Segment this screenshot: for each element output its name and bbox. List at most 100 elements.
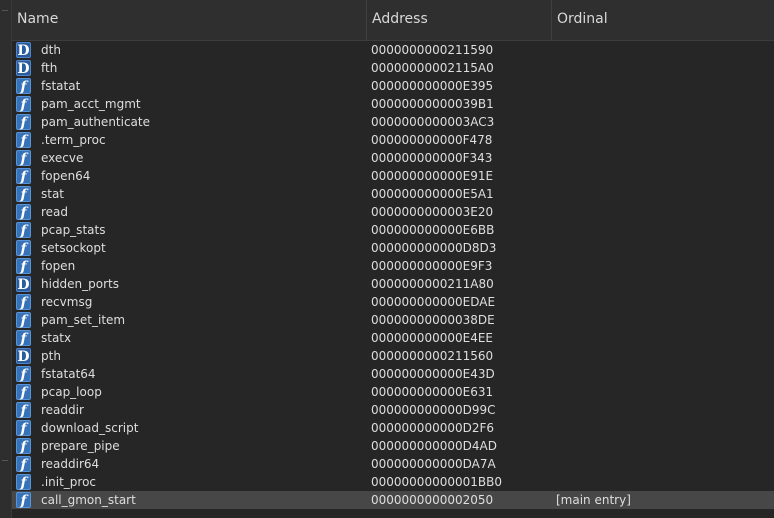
function-icon: f bbox=[16, 150, 31, 167]
row-address: 00000000000039B1 bbox=[371, 97, 494, 111]
table-body: Ddth 0000000000211590 Dfth 00000000002115A0… bbox=[12, 41, 774, 509]
row-name: hidden_ports bbox=[41, 277, 120, 291]
row-name: dth bbox=[41, 43, 61, 57]
table-row[interactable]: f pcap_loop 000000000000E631 bbox=[12, 383, 774, 401]
function-icon: f bbox=[16, 204, 31, 221]
data-icon: D bbox=[16, 348, 31, 365]
function-icon: f bbox=[16, 258, 31, 275]
row-address: 00000000000038DE bbox=[371, 313, 495, 327]
function-icon: f bbox=[16, 330, 31, 347]
row-address: 000000000000E4EE bbox=[371, 331, 493, 345]
panel-edge-mark bbox=[2, 460, 8, 461]
row-name: fth bbox=[41, 61, 58, 75]
function-icon: f bbox=[16, 366, 31, 383]
table-row[interactable]: f download_script 000000000000D2F6 bbox=[12, 419, 774, 437]
table-row[interactable]: f fopen 000000000000E9F3 bbox=[12, 257, 774, 275]
row-name: download_script bbox=[41, 421, 139, 435]
row-address: 000000000000F343 bbox=[371, 151, 493, 165]
function-icon: f bbox=[16, 294, 31, 311]
function-icon: f bbox=[16, 78, 31, 95]
table-row[interactable]: Ddth 0000000000211590 bbox=[12, 41, 774, 59]
table-row[interactable]: f pam_authenticate 0000000000003AC3 bbox=[12, 113, 774, 131]
table-row[interactable]: f .term_proc 000000000000F478 bbox=[12, 131, 774, 149]
function-icon: f bbox=[16, 114, 31, 131]
row-address: 000000000000F478 bbox=[371, 133, 493, 147]
row-name: fstatat64 bbox=[41, 367, 96, 381]
row-name: statx bbox=[41, 331, 72, 345]
row-address: 0000000000003E20 bbox=[371, 205, 494, 219]
table-row[interactable]: f .init_proc 00000000000001BB0 bbox=[12, 473, 774, 491]
table-row[interactable]: f fopen64 000000000000E91E bbox=[12, 167, 774, 185]
function-icon: f bbox=[16, 168, 31, 185]
table-row[interactable]: f read 0000000000003E20 bbox=[12, 203, 774, 221]
row-address: 000000000000E6BB bbox=[371, 223, 495, 237]
data-icon: D bbox=[16, 276, 31, 293]
table-row[interactable]: f prepare_pipe 000000000000D4AD bbox=[12, 437, 774, 455]
row-name: read bbox=[41, 205, 69, 219]
row-address: 000000000000DA7A bbox=[371, 457, 496, 471]
row-name: readdir bbox=[41, 403, 84, 417]
row-address: 00000000000001BB0 bbox=[371, 475, 502, 489]
row-name: setsockopt bbox=[41, 241, 106, 255]
row-address: 000000000000E43D bbox=[371, 367, 495, 381]
row-address: 000000000000D4AD bbox=[371, 439, 497, 453]
column-header-ordinal[interactable]: Ordinal bbox=[552, 0, 774, 40]
row-name: .term_proc bbox=[41, 133, 106, 147]
row-name: pcap_loop bbox=[41, 385, 102, 399]
function-icon: f bbox=[16, 384, 31, 401]
table-row[interactable]: f execve 000000000000F343 bbox=[12, 149, 774, 167]
table-row[interactable]: Dfth 00000000002115A0 bbox=[12, 59, 774, 77]
table-row[interactable]: f stat 000000000000E5A1 bbox=[12, 185, 774, 203]
table-row[interactable]: f pcap_stats 000000000000E6BB bbox=[12, 221, 774, 239]
row-name: execve bbox=[41, 151, 84, 165]
row-name: stat bbox=[41, 187, 65, 201]
column-header-name[interactable]: Name bbox=[12, 0, 367, 40]
data-icon: D bbox=[16, 60, 31, 77]
table-row[interactable]: f call_gmon_start 0000000000002050 [main en… bbox=[12, 491, 774, 509]
row-address: 000000000000E5A1 bbox=[371, 187, 494, 201]
row-address: 0000000000003AC3 bbox=[371, 115, 495, 129]
table-row[interactable]: f readdir64 000000000000DA7A bbox=[12, 455, 774, 473]
function-icon: f bbox=[16, 312, 31, 329]
table-row[interactable]: f readdir 000000000000D99C bbox=[12, 401, 774, 419]
table-header: Name Address Ordinal bbox=[12, 0, 774, 41]
row-address: 0000000000002050 bbox=[371, 493, 494, 507]
table-row[interactable]: Dhidden_ports 0000000000211A80 bbox=[12, 275, 774, 293]
row-name: fstatat bbox=[41, 79, 81, 93]
row-name: pth bbox=[41, 349, 61, 363]
row-name: call_gmon_start bbox=[41, 493, 136, 507]
table-row[interactable]: f fstatat 000000000000E395 bbox=[12, 77, 774, 95]
row-ordinal: [main entry] bbox=[556, 493, 631, 507]
column-header-address[interactable]: Address bbox=[367, 0, 552, 40]
row-name: prepare_pipe bbox=[41, 439, 120, 453]
panel-edge-mark bbox=[2, 10, 8, 11]
data-icon: D bbox=[16, 42, 31, 59]
row-name: .init_proc bbox=[41, 475, 97, 489]
function-icon: f bbox=[16, 420, 31, 437]
function-icon: f bbox=[16, 222, 31, 239]
row-address: 000000000000D99C bbox=[371, 403, 496, 417]
row-address: 000000000000D2F6 bbox=[371, 421, 495, 435]
table-row[interactable]: Dpth 0000000000211560 bbox=[12, 347, 774, 365]
exports-table: Name Address Ordinal Ddth 000000000021159… bbox=[12, 0, 774, 518]
table-row[interactable]: f fstatat64 000000000000E43D bbox=[12, 365, 774, 383]
function-icon: f bbox=[16, 456, 31, 473]
row-address: 000000000000EDAE bbox=[371, 295, 496, 309]
function-icon: f bbox=[16, 402, 31, 419]
table-row[interactable]: f pam_acct_mgmt 00000000000039B1 bbox=[12, 95, 774, 113]
row-name: pam_acct_mgmt bbox=[41, 97, 141, 111]
table-row[interactable]: f setsockopt 000000000000D8D3 bbox=[12, 239, 774, 257]
table-row[interactable]: f statx 000000000000E4EE bbox=[12, 329, 774, 347]
function-icon: f bbox=[16, 132, 31, 149]
row-address: 000000000000E631 bbox=[371, 385, 494, 399]
table-row[interactable]: f recvmsg 000000000000EDAE bbox=[12, 293, 774, 311]
left-panel-edge bbox=[0, 0, 12, 518]
table-row[interactable]: f pam_set_item 00000000000038DE bbox=[12, 311, 774, 329]
function-icon: f bbox=[16, 492, 31, 509]
function-icon: f bbox=[16, 186, 31, 203]
function-icon: f bbox=[16, 240, 31, 257]
row-name: pam_authenticate bbox=[41, 115, 150, 129]
row-address: 000000000000E91E bbox=[371, 169, 494, 183]
row-address: 0000000000211A80 bbox=[371, 277, 494, 291]
row-address: 000000000000D8D3 bbox=[371, 241, 497, 255]
